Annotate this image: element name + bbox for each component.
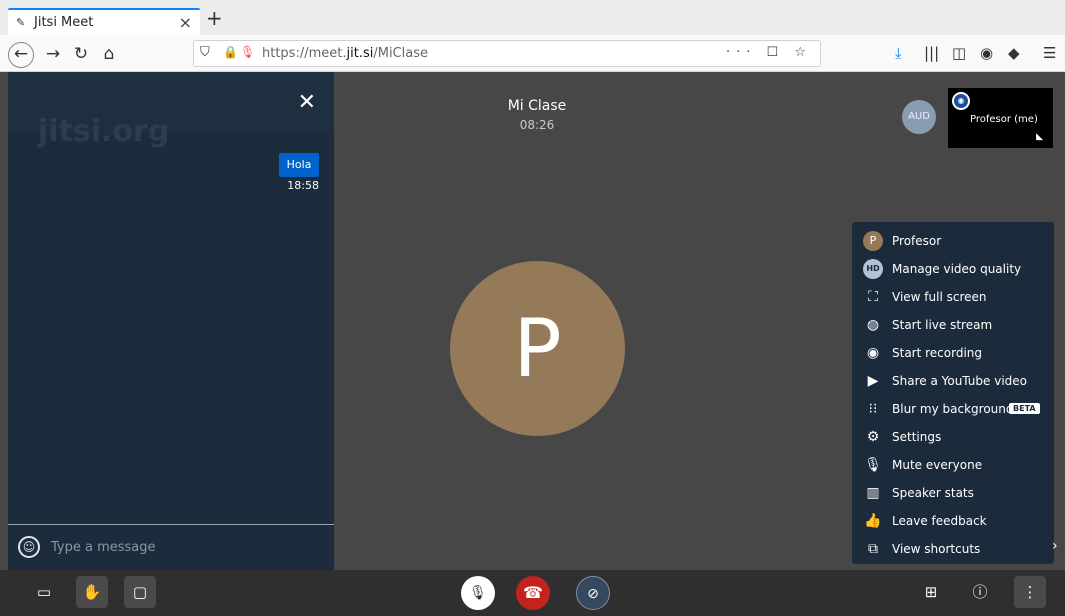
play-circle-icon: ▶	[867, 373, 879, 389]
raise-hand-button[interactable]: ✋	[76, 576, 108, 608]
menu-item-label: Mute everyone	[892, 458, 983, 472]
forward-button[interactable]: →	[40, 41, 66, 67]
browser-navbar: ← → ↻ ⌂ ⛉ 🔒 🎙 https://meet.jit.si/MiClas…	[0, 35, 1065, 72]
lock-icon[interactable]: 🔒	[223, 45, 238, 59]
menu-item-label: Manage video quality	[892, 262, 1022, 276]
connection-indicator-icon[interactable]: ◉	[952, 92, 970, 110]
menu-item-blur[interactable]: ⁝⁝ Blur my background BETA	[852, 395, 1054, 423]
emoji-icon[interactable]: ☺	[18, 536, 40, 558]
menu-item-label: Start live stream	[892, 318, 993, 332]
screen-share-button[interactable]: ▭	[28, 576, 60, 608]
camera-off-icon: ◣	[1036, 132, 1043, 142]
menu-item-video-quality[interactable]: HD Manage video quality	[852, 255, 1054, 283]
tab-title: Jitsi Meet	[34, 15, 94, 30]
chat-panel: jitsi.org ✕ Hola 18:58	[8, 72, 334, 570]
menu-item-live-stream[interactable]: ◍ Start live stream	[852, 311, 1054, 339]
overflow-menu: P Profesor HD Manage video quality ⛶ Vie…	[852, 222, 1054, 564]
menu-item-speaker-stats[interactable]: ▥ Speaker stats	[852, 479, 1054, 507]
account-icon[interactable]: ◉	[980, 44, 993, 62]
menu-item-label: Leave feedback	[892, 514, 987, 528]
sidebar-icon[interactable]: ◫	[952, 44, 966, 62]
mute-everyone-icon: 🎙	[864, 457, 882, 473]
menu-item-settings[interactable]: ⚙ Settings	[852, 423, 1054, 451]
menu-item-recording[interactable]: ◉ Start recording	[852, 339, 1054, 367]
browser-tabbar: ✎ Jitsi Meet × +	[0, 0, 1065, 35]
back-button[interactable]: ←	[8, 42, 34, 68]
chat-message-time: 18:58	[287, 179, 319, 192]
more-actions-button[interactable]: ⋮	[1014, 576, 1046, 608]
thumbs-up-icon: 👍	[864, 513, 882, 529]
page-actions[interactable]: ··· ☐ ☆	[726, 45, 812, 60]
menu-item-feedback[interactable]: 👍 Leave feedback	[852, 507, 1054, 535]
local-participant-name: Profesor (me)	[970, 114, 1038, 125]
tab-close-icon[interactable]: ×	[179, 13, 192, 32]
menu-item-profile[interactable]: P Profesor	[852, 227, 1054, 255]
hd-icon: HD	[863, 259, 883, 279]
conference-timer: 08:26	[519, 118, 555, 132]
menu-item-label: Start recording	[892, 346, 983, 360]
menu-item-label: Profesor	[892, 234, 942, 248]
fullscreen-icon: ⛶	[868, 289, 878, 305]
globe-icon: ◍	[866, 317, 880, 333]
info-button[interactable]: ⓘ	[964, 576, 996, 608]
chat-toggle-button[interactable]: ▢	[124, 576, 156, 608]
beta-badge: BETA	[1009, 403, 1040, 414]
menu-item-label: Speaker stats	[892, 486, 974, 500]
speaker-avatar: P	[450, 261, 625, 436]
menu-item-shortcuts[interactable]: ⧉ View shortcuts	[852, 535, 1054, 563]
conference-title: Mi Clase	[507, 98, 567, 114]
new-tab-button[interactable]: +	[206, 8, 223, 28]
download-icon[interactable]: ⤓	[895, 44, 902, 62]
conference-stage: jitsi.org ✕ Hola 18:58 ☺ Type a message …	[0, 72, 1065, 616]
menu-item-label: Settings	[892, 430, 942, 444]
profile-avatar-icon: P	[863, 231, 883, 251]
extension-icon[interactable]: ◆	[1008, 44, 1020, 62]
chat-message: Hola	[279, 153, 319, 177]
bottom-toolbar: ▭ ✋ ▢ 🎙 ☎ ⊘ ⊞ ⓘ ⋮	[0, 570, 1065, 616]
blur-icon: ⁝⁝	[868, 401, 878, 417]
home-button[interactable]: ⌂	[96, 41, 122, 67]
stats-icon: ▥	[866, 485, 880, 501]
remote-participant-avatar[interactable]: AUD	[902, 100, 936, 134]
tracking-shield-icon[interactable]: ⛉	[200, 45, 210, 60]
url-bar[interactable]: ⛉ 🔒 🎙 https://meet.jit.si/MiClase ··· ☐ …	[193, 40, 821, 67]
menu-item-youtube[interactable]: ▶ Share a YouTube video	[852, 367, 1054, 395]
chevron-right-icon[interactable]: ›	[1052, 538, 1058, 554]
url-text[interactable]: https://meet.jit.si/MiClase	[262, 46, 428, 61]
menu-item-fullscreen[interactable]: ⛶ View full screen	[852, 283, 1054, 311]
menu-item-label: View shortcuts	[892, 542, 981, 556]
jitsi-watermark[interactable]: jitsi.org	[38, 114, 169, 149]
record-icon: ◉	[866, 345, 880, 361]
hamburger-menu-icon[interactable]: ☰	[1043, 44, 1056, 62]
menu-item-label: Blur my background	[892, 402, 1014, 416]
menu-item-mute-everyone[interactable]: 🎙 Mute everyone	[852, 451, 1054, 479]
microphone-button[interactable]: 🎙	[461, 576, 495, 610]
microphone-permission-icon[interactable]: 🎙	[240, 45, 255, 59]
browser-tab[interactable]: ✎ Jitsi Meet ×	[8, 8, 200, 35]
menu-item-label: Share a YouTube video	[892, 374, 1027, 388]
reload-button[interactable]: ↻	[68, 41, 94, 67]
camera-toggle-button[interactable]: ⊘	[576, 576, 610, 610]
chat-header: jitsi.org ✕	[8, 72, 334, 149]
chat-input[interactable]: Type a message	[51, 540, 156, 555]
jitsi-favicon-icon: ✎	[16, 16, 26, 29]
gear-icon: ⚙	[866, 429, 880, 445]
external-link-icon: ⧉	[868, 541, 878, 557]
menu-item-label: View full screen	[892, 290, 987, 304]
local-video-tile[interactable]: ◉ Profesor (me) ◣	[948, 88, 1053, 148]
chat-close-icon[interactable]: ✕	[298, 92, 316, 114]
chat-input-area[interactable]: ☺ Type a message	[8, 524, 334, 570]
library-icon[interactable]: |||	[924, 44, 939, 62]
hangup-button[interactable]: ☎	[516, 576, 550, 610]
tile-view-button[interactable]: ⊞	[915, 576, 947, 608]
